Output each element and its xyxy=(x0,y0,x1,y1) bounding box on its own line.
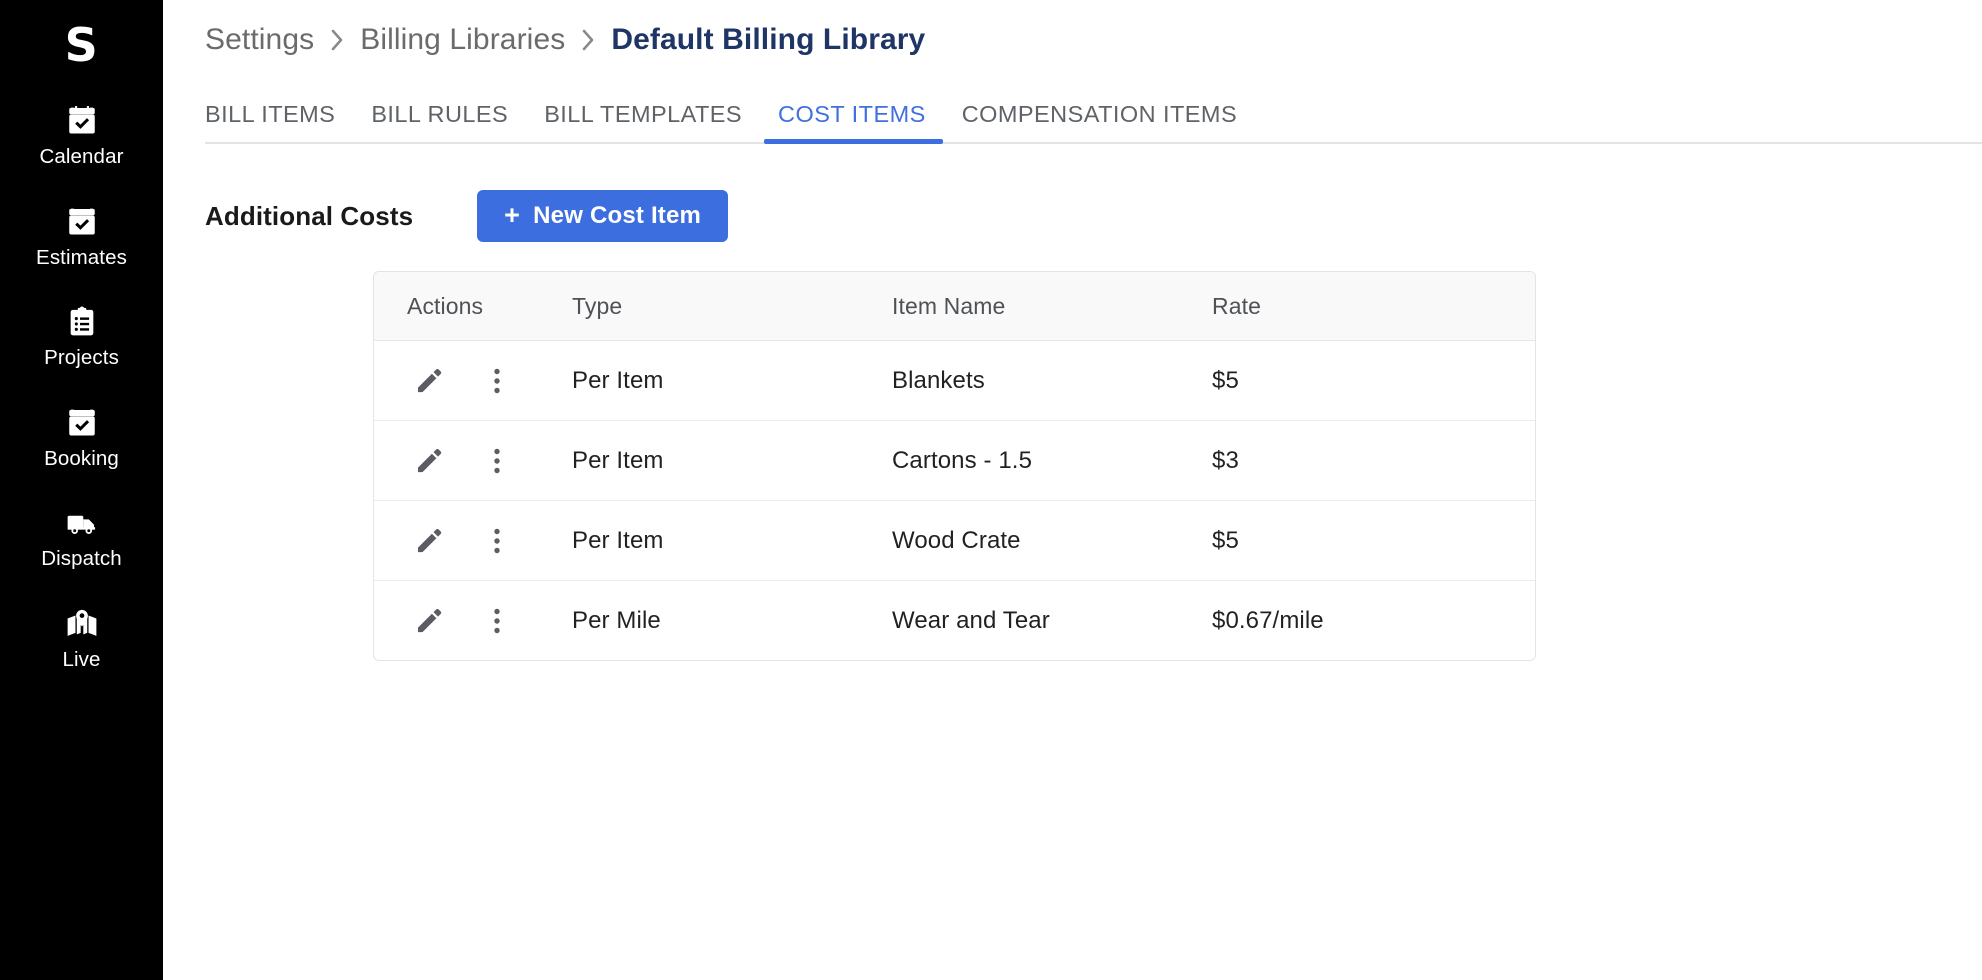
tab-list: BILL ITEMS BILL RULES BILL TEMPLATES COS… xyxy=(205,86,1982,144)
column-header-type: Type xyxy=(572,272,892,341)
sidebar-item-estimates[interactable]: Estimates xyxy=(0,205,163,269)
table-row: Per Item Wood Crate $5 xyxy=(374,501,1535,581)
cell-item-name: Blankets xyxy=(892,341,1212,421)
cost-items-table: Actions Type Item Name Rate xyxy=(373,271,1536,661)
more-options-icon[interactable] xyxy=(475,603,519,639)
sidebar: S Calendar xyxy=(0,0,163,980)
chevron-right-icon xyxy=(314,25,360,55)
tab-bill-items[interactable]: BILL ITEMS xyxy=(205,101,335,144)
breadcrumb-item-billing-libraries[interactable]: Billing Libraries xyxy=(360,23,565,57)
breadcrumb-item-settings[interactable]: Settings xyxy=(205,23,314,57)
truck-icon xyxy=(65,506,99,540)
table-header: Actions Type Item Name Rate xyxy=(374,272,1535,341)
edit-icon[interactable] xyxy=(407,523,451,559)
plus-icon: + xyxy=(504,202,520,229)
column-header-item-name: Item Name xyxy=(892,272,1212,341)
sidebar-item-label: Live xyxy=(62,650,100,671)
app-logo[interactable]: S xyxy=(65,22,99,68)
sidebar-item-label: Booking xyxy=(44,449,119,470)
cell-type: Per Mile xyxy=(572,581,892,661)
clipboard-list-icon xyxy=(65,305,99,339)
tabs-container: BILL ITEMS BILL RULES BILL TEMPLATES COS… xyxy=(163,86,1982,144)
edit-icon[interactable] xyxy=(407,603,451,639)
map-pin-icon xyxy=(65,607,99,641)
cell-type: Per Item xyxy=(572,421,892,501)
edit-icon[interactable] xyxy=(407,443,451,479)
section-header: Additional Costs + New Cost Item xyxy=(163,190,1982,242)
column-header-rate: Rate xyxy=(1212,272,1535,341)
breadcrumb: Settings Billing Libraries Default Billi… xyxy=(163,0,1982,58)
new-cost-item-button[interactable]: + New Cost Item xyxy=(477,190,728,242)
cell-item-name: Cartons - 1.5 xyxy=(892,421,1212,501)
tab-compensation-items[interactable]: COMPENSATION ITEMS xyxy=(962,101,1237,144)
sidebar-item-label: Projects xyxy=(44,348,119,369)
sidebar-item-label: Estimates xyxy=(36,248,127,269)
cell-rate: $5 xyxy=(1212,341,1535,421)
cell-type: Per Item xyxy=(572,341,892,421)
tab-bill-rules[interactable]: BILL RULES xyxy=(371,101,508,144)
new-cost-item-label: New Cost Item xyxy=(533,202,701,230)
cell-type: Per Item xyxy=(572,501,892,581)
calendar-check-icon xyxy=(65,205,99,239)
sidebar-item-booking[interactable]: Booking xyxy=(0,406,163,470)
row-actions-cell xyxy=(374,501,572,581)
table-body: Per Item Blankets $5 xyxy=(374,341,1535,661)
column-header-actions: Actions xyxy=(374,272,572,341)
main-content: Settings Billing Libraries Default Billi… xyxy=(163,0,1982,980)
more-options-icon[interactable] xyxy=(475,363,519,399)
row-actions-cell xyxy=(374,421,572,501)
sidebar-item-label: Dispatch xyxy=(41,549,122,570)
table-row: Per Item Blankets $5 xyxy=(374,341,1535,421)
tab-bill-templates[interactable]: BILL TEMPLATES xyxy=(544,101,742,144)
row-actions-cell xyxy=(374,341,572,421)
calendar-check-icon xyxy=(65,406,99,440)
edit-icon[interactable] xyxy=(407,363,451,399)
sidebar-item-projects[interactable]: Projects xyxy=(0,305,163,369)
breadcrumb-item-current: Default Billing Library xyxy=(611,23,925,57)
more-options-icon[interactable] xyxy=(475,443,519,479)
tab-cost-items[interactable]: COST ITEMS xyxy=(778,101,926,144)
sidebar-item-calendar[interactable]: Calendar xyxy=(0,104,163,168)
table-header-row: Actions Type Item Name Rate xyxy=(374,272,1535,341)
cell-item-name: Wood Crate xyxy=(892,501,1212,581)
table-row: Per Mile Wear and Tear $0.67/mile xyxy=(374,581,1535,661)
cell-rate: $0.67/mile xyxy=(1212,581,1535,661)
calendar-check-icon xyxy=(65,104,99,138)
app-root: S Calendar xyxy=(0,0,1982,980)
cell-rate: $5 xyxy=(1212,501,1535,581)
sidebar-item-live[interactable]: Live xyxy=(0,607,163,671)
sidebar-nav-list: Calendar Estimates xyxy=(0,104,163,707)
cell-item-name: Wear and Tear xyxy=(892,581,1212,661)
cell-rate: $3 xyxy=(1212,421,1535,501)
row-actions-cell xyxy=(374,581,572,661)
chevron-right-icon xyxy=(565,25,611,55)
sidebar-item-dispatch[interactable]: Dispatch xyxy=(0,506,163,570)
sidebar-item-label: Calendar xyxy=(40,147,124,168)
page-title: Additional Costs xyxy=(205,201,413,232)
table-row: Per Item Cartons - 1.5 $3 xyxy=(374,421,1535,501)
more-options-icon[interactable] xyxy=(475,523,519,559)
